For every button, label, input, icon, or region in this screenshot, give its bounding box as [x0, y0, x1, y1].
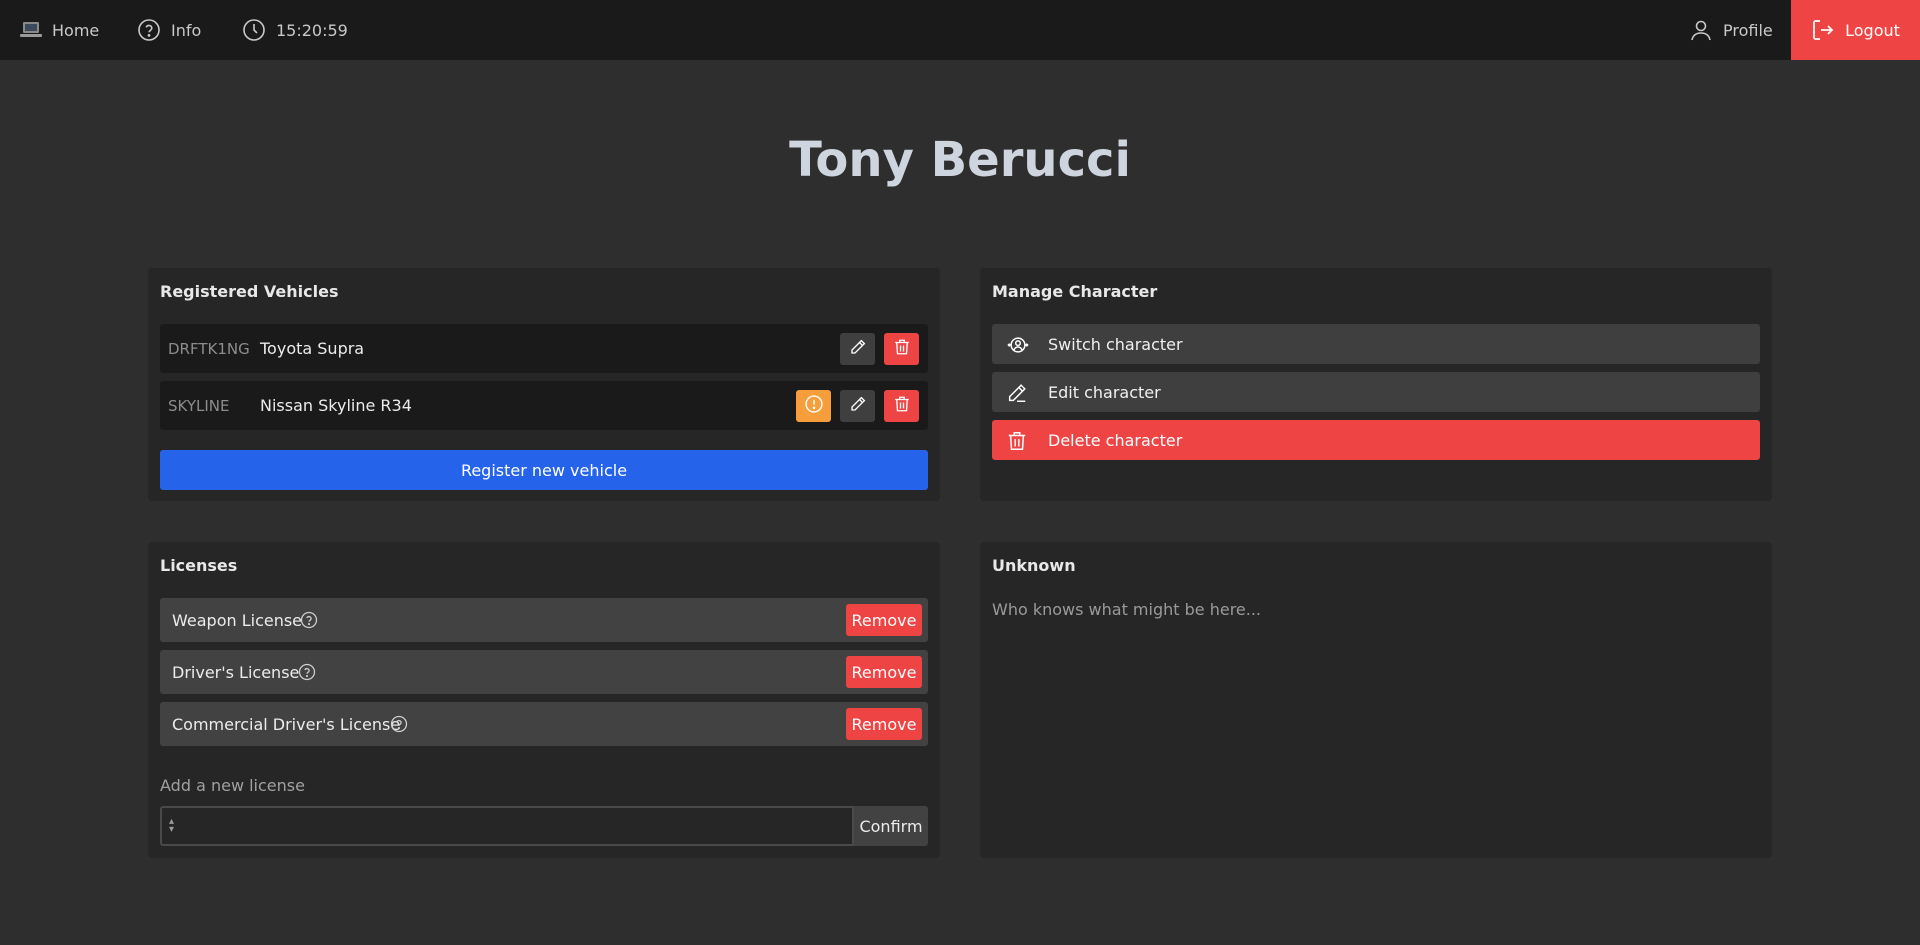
- select-arrows-icon: ▴ ▾: [169, 816, 175, 835]
- edit-character-button[interactable]: Edit character: [992, 372, 1760, 412]
- switch-character-button[interactable]: Switch character: [992, 324, 1760, 364]
- pencil-icon: [849, 395, 867, 417]
- nav-home[interactable]: Home: [20, 0, 99, 60]
- nav-profile[interactable]: Profile: [1689, 0, 1773, 60]
- licenses-card: Licenses Weapon License Remove Driver's …: [148, 542, 940, 858]
- delete-vehicle-button[interactable]: [884, 390, 919, 422]
- user-icon: [1689, 18, 1713, 42]
- pencil-icon: [1006, 382, 1028, 408]
- edit-vehicle-button[interactable]: [840, 333, 875, 365]
- pencil-icon: [849, 338, 867, 360]
- top-navbar: Home Info 15:20:59 Profile Logout: [0, 0, 1920, 60]
- exclamation-circle-icon: [804, 394, 824, 418]
- add-license-label: Add a new license: [160, 776, 305, 795]
- clock-icon: [242, 18, 266, 42]
- card-title: Licenses: [160, 556, 238, 575]
- switch-character-label: Switch character: [1048, 334, 1183, 354]
- license-name: Weapon License: [172, 610, 303, 630]
- vehicle-name: Nissan Skyline R34: [260, 396, 412, 415]
- nav-info-label: Info: [171, 20, 202, 40]
- laptop-icon: [20, 20, 42, 40]
- logout-label: Logout: [1845, 20, 1900, 40]
- license-row: Commercial Driver's License Remove: [160, 702, 928, 746]
- license-select[interactable]: ▴ ▾: [160, 806, 854, 846]
- question-circle-icon: [137, 18, 161, 42]
- remove-license-button[interactable]: Remove: [846, 604, 922, 636]
- nav-profile-label: Profile: [1723, 20, 1773, 40]
- vehicle-name: Toyota Supra: [260, 339, 365, 358]
- license-name: Commercial Driver's License: [172, 714, 401, 734]
- nav-clock: 15:20:59: [242, 0, 348, 60]
- manage-character-card: Manage Character Switch character Edit c…: [980, 268, 1772, 501]
- switch-user-icon: [1006, 334, 1030, 360]
- trash-icon: [893, 338, 911, 360]
- remove-license-button[interactable]: Remove: [846, 656, 922, 688]
- unknown-text: Who knows what might be here...: [992, 600, 1262, 619]
- page-title: Tony Berucci: [789, 132, 1131, 188]
- nav-home-label: Home: [52, 20, 100, 40]
- delete-character-button[interactable]: Delete character: [992, 420, 1760, 460]
- license-row: Driver's License Remove: [160, 650, 928, 694]
- delete-character-label: Delete character: [1048, 430, 1183, 450]
- license-row: Weapon License Remove: [160, 598, 928, 642]
- confirm-license-button[interactable]: Confirm: [854, 806, 928, 846]
- vehicle-row: SKYLINE Nissan Skyline R34: [160, 381, 928, 430]
- registered-vehicles-card: Registered Vehicles DRFTK1NG Toyota Supr…: [148, 268, 940, 501]
- remove-license-button[interactable]: Remove: [846, 708, 922, 740]
- vehicle-row: DRFTK1NG Toyota Supra: [160, 324, 928, 373]
- clock-time: 15:20:59: [276, 20, 348, 40]
- vehicle-plate: SKYLINE: [168, 396, 230, 415]
- vehicle-warning-button[interactable]: [796, 390, 831, 422]
- register-vehicle-button[interactable]: Register new vehicle: [160, 450, 928, 490]
- help-icon[interactable]: [298, 663, 316, 685]
- license-name: Driver's License: [172, 662, 300, 682]
- logout-icon: [1811, 18, 1835, 42]
- help-icon[interactable]: [300, 611, 318, 633]
- card-title: Manage Character: [992, 282, 1158, 301]
- card-title: Unknown: [992, 556, 1076, 575]
- logout-button[interactable]: Logout: [1791, 0, 1920, 60]
- trash-icon: [1006, 430, 1028, 456]
- unknown-card: Unknown Who knows what might be here...: [980, 542, 1772, 858]
- trash-icon: [893, 395, 911, 417]
- help-icon[interactable]: [390, 715, 408, 737]
- card-title: Registered Vehicles: [160, 282, 339, 301]
- nav-info[interactable]: Info: [137, 0, 201, 60]
- edit-character-label: Edit character: [1048, 382, 1161, 402]
- vehicle-plate: DRFTK1NG: [168, 339, 250, 358]
- edit-vehicle-button[interactable]: [840, 390, 875, 422]
- delete-vehicle-button[interactable]: [884, 333, 919, 365]
